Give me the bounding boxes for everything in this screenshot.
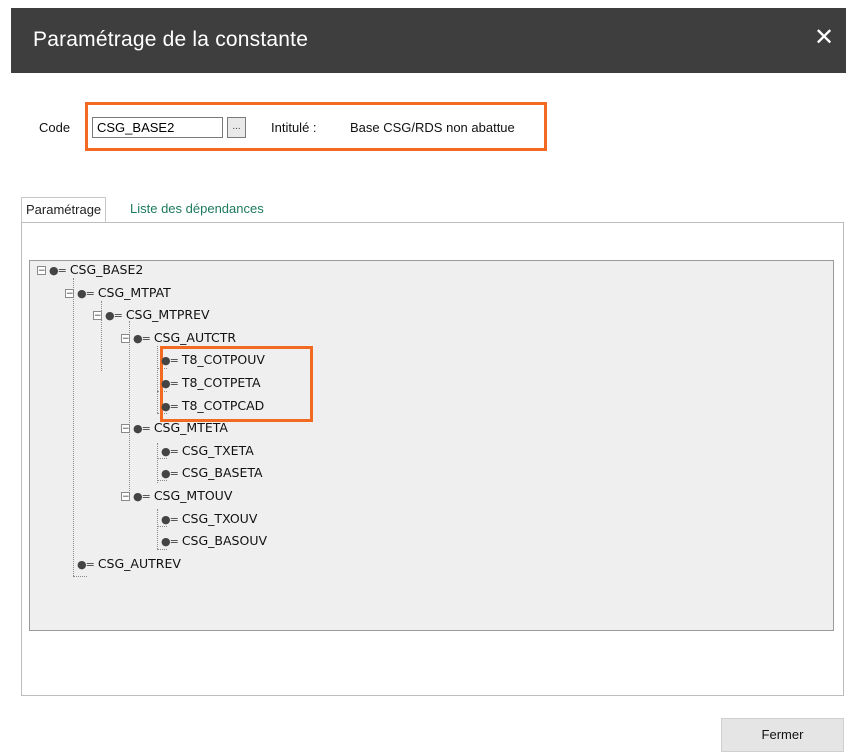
constant-node-icon: ●= <box>161 535 179 549</box>
collapse-icon[interactable]: − <box>93 311 102 321</box>
constant-node-icon: ●= <box>161 512 179 526</box>
constant-node-icon: ●= <box>105 309 123 323</box>
tree-connector <box>157 346 158 413</box>
tree-node[interactable]: ●= CSG_AUTREV <box>77 554 181 574</box>
intitule-label: Intitulé : <box>271 120 317 135</box>
tree-node-label: CSG_AUTCTR <box>153 329 237 345</box>
tab-liste-dependances[interactable]: Liste des dépendances <box>130 197 264 222</box>
tree-node-label: CSG_MTETA <box>153 420 228 436</box>
tree-node-label: CSG_BASOUV <box>181 533 268 549</box>
fermer-button[interactable]: Fermer <box>721 718 844 752</box>
constant-node-icon: ●= <box>133 490 151 503</box>
tree-node[interactable]: ●= T8_COTPCAD <box>161 396 264 416</box>
tree-node[interactable]: ●= CSG_BASOUV <box>161 531 267 551</box>
collapse-icon[interactable]: − <box>121 333 130 343</box>
constant-node-icon: ●= <box>161 354 179 368</box>
code-input[interactable] <box>92 117 223 138</box>
constant-node-icon: ●= <box>161 377 179 390</box>
tree-node[interactable]: − ●= CSG_BASE2 <box>37 260 143 280</box>
tree-node[interactable]: − ●= CSG_MTOUV <box>121 486 232 506</box>
tree-node[interactable]: − ●= CSG_AUTCTR <box>121 328 236 348</box>
tree-connector <box>157 509 158 549</box>
constant-node-icon: ●= <box>133 331 151 345</box>
tree-node-label: T8_COTPCAD <box>181 397 265 413</box>
constant-node-icon: ●= <box>161 444 179 458</box>
tree-node-label: CSG_TXOUV <box>181 510 258 526</box>
tree-node[interactable]: ●= CSG_BASETA <box>161 463 263 483</box>
collapse-icon[interactable]: − <box>121 424 130 434</box>
collapse-icon[interactable]: − <box>121 492 130 502</box>
tab-parametrage[interactable]: Paramétrage <box>21 197 107 223</box>
tree-node-label: CSG_AUTREV <box>97 555 181 571</box>
collapse-icon[interactable]: − <box>37 266 46 276</box>
tree-connector <box>73 278 74 576</box>
tree-node-label: CSG_BASE2 <box>69 262 144 277</box>
constant-node-icon: ●= <box>161 467 179 481</box>
constant-node-icon: ●= <box>77 286 95 300</box>
constant-node-icon: ●= <box>161 399 179 413</box>
background-strip <box>0 0 846 8</box>
tree-node[interactable]: ●= T8_COTPOUV <box>161 350 265 370</box>
tree-node-label: CSG_MTPAT <box>97 284 171 300</box>
tree-node[interactable]: ●= CSG_TXOUV <box>161 509 257 529</box>
tree-node-label: CSG_BASETA <box>181 465 263 481</box>
ellipsis-icon[interactable]: ... <box>227 117 246 138</box>
tree-node-label: CSG_TXETA <box>181 442 254 458</box>
code-label: Code <box>39 120 71 135</box>
tree-node[interactable]: − ●= CSG_MTPAT <box>65 283 171 303</box>
tree-connector <box>157 443 158 483</box>
tree-node-label: CSG_MTPREV <box>125 307 210 323</box>
tree-node-label: T8_COTPETA <box>181 375 261 390</box>
collapse-icon[interactable]: − <box>65 288 74 298</box>
constant-settings-dialog: Paramétrage de la constante ✕ Code ... I… <box>11 8 846 753</box>
tree-connector <box>73 576 87 577</box>
tree-node[interactable]: ●= CSG_TXETA <box>161 441 254 461</box>
tree-node-label: T8_COTPOUV <box>181 352 265 368</box>
close-icon[interactable]: ✕ <box>810 22 838 54</box>
constant-node-icon: ●= <box>77 557 95 571</box>
dialog-titlebar: Paramétrage de la constante ✕ <box>11 8 846 73</box>
intitule-value: Base CSG/RDS non abattue <box>350 120 515 135</box>
constant-node-icon: ●= <box>133 422 151 436</box>
tree-node[interactable]: ●= T8_COTPETA <box>161 373 261 393</box>
tree-node-label: CSG_MTOUV <box>153 488 233 503</box>
dialog-title: Paramétrage de la constante <box>33 28 309 51</box>
tree-node[interactable]: − ●= CSG_MTETA <box>121 418 228 438</box>
tree-node[interactable]: − ●= CSG_MTPREV <box>93 305 210 325</box>
constant-node-icon: ●= <box>49 264 67 277</box>
